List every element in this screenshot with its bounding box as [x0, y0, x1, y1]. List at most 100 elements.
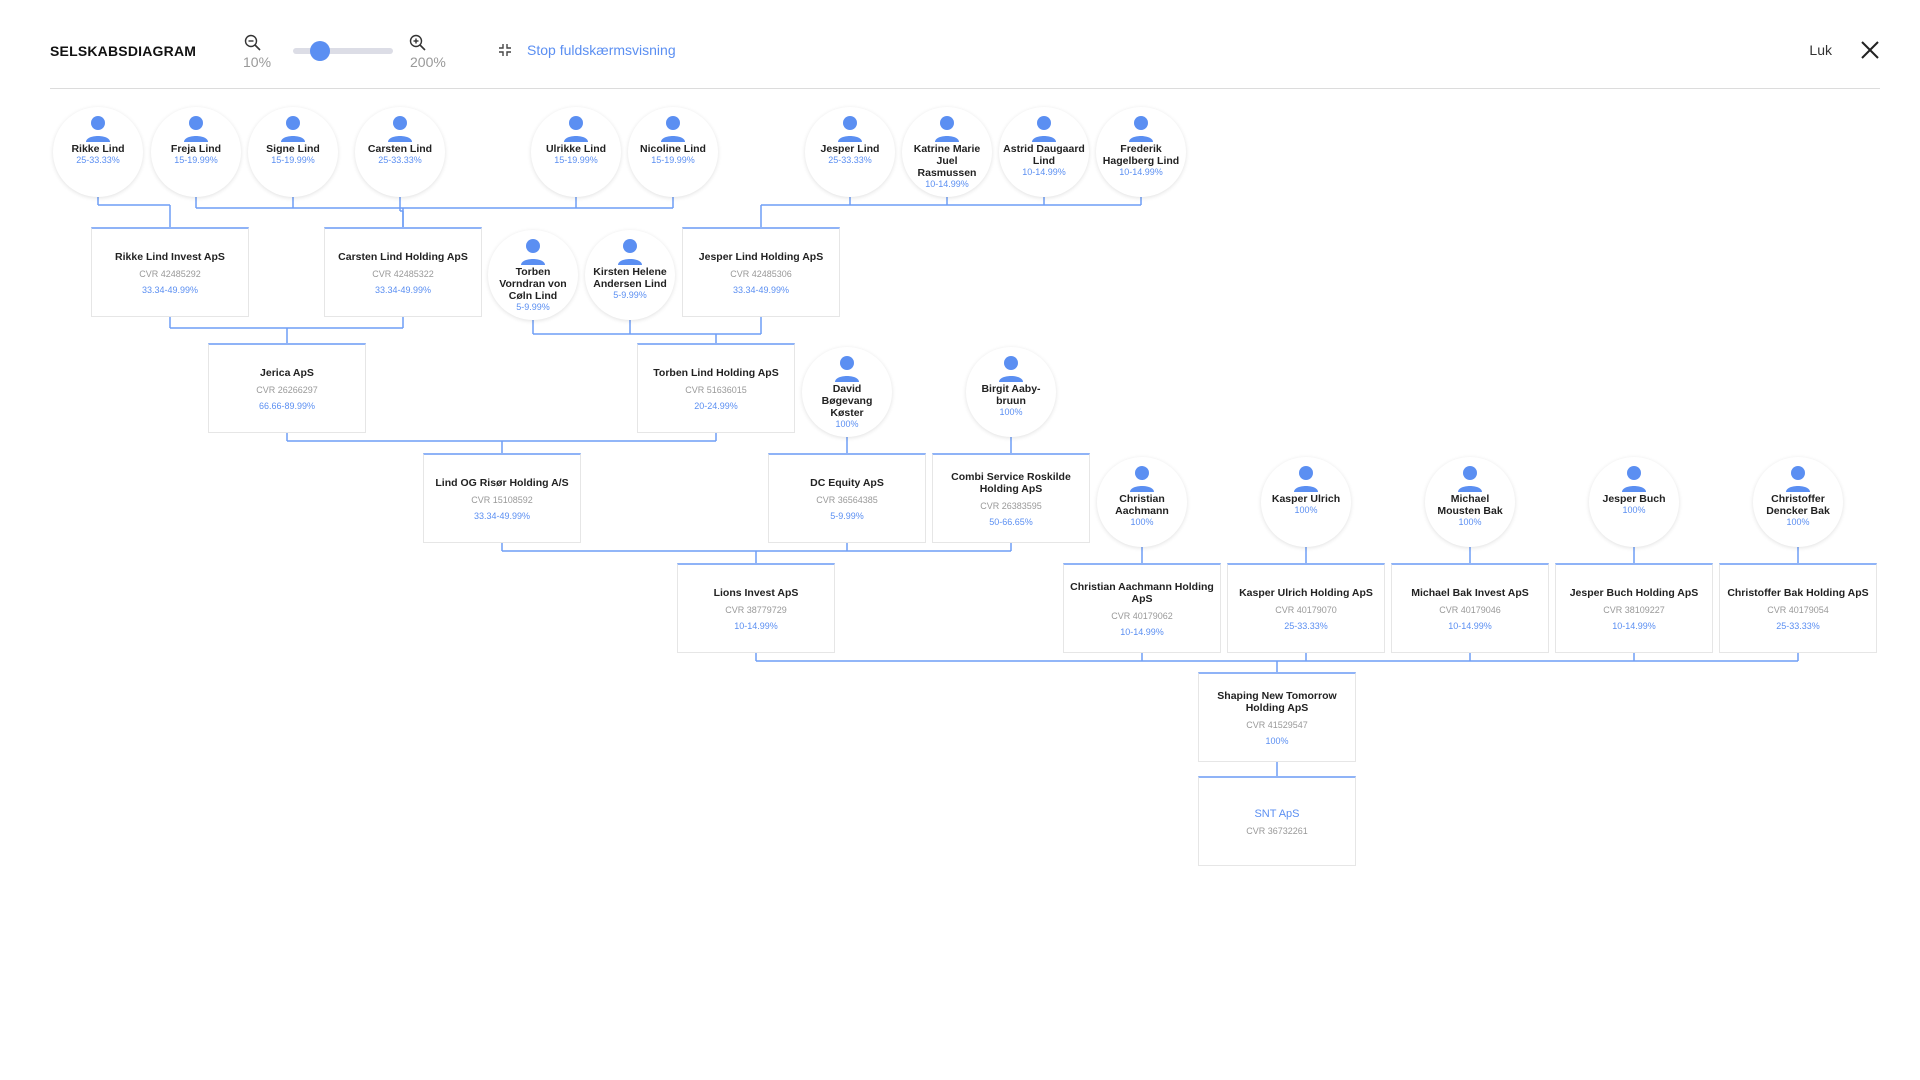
company-cvr: CVR 38109227: [1603, 604, 1665, 615]
person-name: Astrid Daugaard Lind: [1003, 143, 1085, 167]
company-cvr: CVR 42485306: [730, 268, 792, 279]
person-node[interactable]: Freja Lind 15-19.99%: [151, 107, 241, 197]
person-node[interactable]: Jesper Lind 25-33.33%: [805, 107, 895, 197]
person-name: David Bøgevang Køster Christensen: [821, 383, 873, 419]
company-node[interactable]: Lions Invest ApS CVR 38779729 10-14.99%: [677, 563, 835, 653]
person-node[interactable]: Christian Aachmann 100%: [1097, 457, 1187, 547]
company-node[interactable]: Christian Aachmann Holding ApS CVR 401790…: [1063, 563, 1221, 653]
ownership-percentage: 25-33.33%: [1284, 620, 1328, 631]
zoom-in-icon[interactable]: [409, 34, 427, 52]
person-name: Kirsten Helene Andersen Lind: [593, 266, 667, 290]
person-node[interactable]: Rikke Lind 25-33.33%: [53, 107, 143, 197]
ownership-connector: [399, 197, 404, 227]
company-node[interactable]: SNT ApS CVR 36732261: [1198, 776, 1356, 866]
company-node[interactable]: Jesper Lind Holding ApS CVR 42485306 33.34…: [682, 227, 840, 317]
person-icon: [1622, 466, 1646, 492]
company-node[interactable]: Kasper Ulrich Holding ApS CVR 40179070 25-…: [1227, 563, 1385, 653]
person-name: Christoffer Dencker Bak: [1766, 493, 1830, 517]
company-name: Torben Lind Holding ApS: [653, 366, 779, 379]
diagram-header: SELSKABSDIAGRAM 10% 200% Stop fuldskærms…: [50, 0, 1880, 89]
ownership-percentage: 33.34-49.99%: [141, 284, 199, 295]
ownership-percentage: 100%: [1294, 505, 1318, 515]
company-name: Combi Service Roskilde Holding ApS: [951, 470, 1071, 495]
person-name: Nicoline Lind: [640, 143, 706, 155]
person-name: Jesper Lind: [820, 143, 880, 155]
person-icon: [1130, 466, 1154, 492]
person-name: Signe Lind: [266, 143, 320, 155]
person-node[interactable]: Michael Mousten Bak 100%: [1425, 457, 1515, 547]
person-node[interactable]: Astrid Daugaard Lind 10-14.99%: [999, 107, 1089, 197]
person-node[interactable]: Katrine Marie Juel Rasmussen 10-14.99%: [902, 107, 992, 197]
ownership-connector: [532, 317, 762, 343]
company-node[interactable]: Jesper Buch Holding ApS CVR 38109227 10-14…: [1555, 563, 1713, 653]
company-node[interactable]: Shaping New Tomorrow Holding ApS CVR 4152…: [1198, 672, 1356, 762]
person-node[interactable]: Ulrikke Lind 15-19.99%: [531, 107, 621, 197]
close-icon[interactable]: [1860, 40, 1880, 60]
company-node[interactable]: Lind OG Risør Holding A/S CVR 15108592 33.…: [423, 453, 581, 543]
ownership-percentage: 25-33.33%: [378, 155, 422, 165]
person-node[interactable]: Signe Lind 15-19.99%: [248, 107, 338, 197]
ownership-connector: [97, 197, 171, 227]
person-icon: [521, 239, 545, 265]
person-node[interactable]: Kirsten Helene Andersen Lind 5-9.99%: [585, 230, 675, 320]
ownership-percentage: 5-9.99%: [613, 290, 647, 300]
ownership-percentage: 25-33.33%: [76, 155, 120, 165]
ownership-percentage: 10-14.99%: [1120, 626, 1164, 637]
person-node[interactable]: David Bøgevang Køster Christensen100%: [802, 347, 892, 437]
person-icon: [1786, 466, 1810, 492]
person-node[interactable]: Torben Vorndran von Cøln Lind 5-9.99%: [488, 230, 578, 320]
ownership-percentage: 100%: [1786, 517, 1810, 527]
company-name: Jerica ApS: [260, 366, 314, 379]
ownership-percentage: 15-19.99%: [271, 155, 315, 165]
ownership-percentage: 66.66-89.99%: [258, 400, 316, 411]
company-node[interactable]: Christoffer Bak Holding ApS CVR 40179054 2…: [1719, 563, 1877, 653]
person-node[interactable]: Christoffer Dencker Bak 100%: [1753, 457, 1843, 547]
company-name: Christoffer Bak Holding ApS: [1727, 586, 1869, 599]
ownership-percentage: 100%: [1265, 735, 1289, 746]
company-node[interactable]: DC Equity ApS CVR 36564385 5-9.99%: [768, 453, 926, 543]
company-node[interactable]: Jerica ApS CVR 26266297 66.66-89.99%: [208, 343, 366, 433]
person-icon: [1458, 466, 1482, 492]
company-node[interactable]: Torben Lind Holding ApS CVR 51636015 20-24…: [637, 343, 795, 433]
company-name: Lions Invest ApS: [713, 586, 799, 599]
company-name: Jesper Buch Holding ApS: [1569, 586, 1699, 599]
company-cvr: CVR 40179046: [1439, 604, 1501, 615]
zoom-out-icon[interactable]: [244, 34, 262, 52]
company-cvr: CVR 42485322: [372, 268, 434, 279]
close-label[interactable]: Luk: [1809, 42, 1832, 58]
ownership-percentage: 10-14.99%: [1612, 620, 1656, 631]
zoom-slider-thumb[interactable]: [310, 41, 330, 61]
person-node[interactable]: Jesper Buch 100%: [1589, 457, 1679, 547]
person-node[interactable]: Kasper Ulrich 100%: [1261, 457, 1351, 547]
person-name: Rikke Lind: [71, 143, 125, 155]
ownership-percentage: 5-9.99%: [516, 302, 550, 312]
page-title: SELSKABSDIAGRAM: [50, 43, 197, 59]
ownership-connector: [755, 653, 1799, 672]
person-icon: [1129, 116, 1153, 142]
person-node[interactable]: Frederik Hagelberg Lind 10-14.99%: [1096, 107, 1186, 197]
ownership-connector: [760, 197, 1142, 227]
company-node[interactable]: Michael Bak Invest ApS CVR 40179046 10-14.…: [1391, 563, 1549, 653]
company-cvr: CVR 36564385: [816, 494, 878, 505]
ownership-connector: [501, 543, 1012, 563]
person-icon: [618, 239, 642, 265]
person-node[interactable]: Carsten Lind 25-33.33%: [355, 107, 445, 197]
exit-fullscreen-icon[interactable]: [498, 43, 512, 57]
ownership-percentage: 100%: [835, 419, 859, 429]
person-node[interactable]: Nicoline Lind 15-19.99%: [628, 107, 718, 197]
company-node[interactable]: Combi Service Roskilde Holding ApS CVR 26…: [932, 453, 1090, 543]
ownership-percentage: 100%: [1458, 517, 1482, 527]
zoom-min-label: 10%: [243, 54, 272, 70]
company-node[interactable]: Rikke Lind Invest ApS CVR 42485292 33.34-4…: [91, 227, 249, 317]
ownership-percentage: 33.34-49.99%: [473, 510, 531, 521]
person-icon: [86, 116, 110, 142]
company-node[interactable]: Carsten Lind Holding ApS CVR 42485322 33.3…: [324, 227, 482, 317]
ownership-percentage: 50-66.65%: [989, 516, 1033, 527]
ownership-connector: [195, 197, 674, 227]
zoom-slider[interactable]: [293, 41, 393, 61]
person-name: Jesper Buch: [1602, 493, 1666, 505]
person-node[interactable]: Birgit Aaby-bruun 100%: [966, 347, 1056, 437]
person-name: Ulrikke Lind: [545, 143, 607, 155]
ownership-percentage: 15-19.99%: [554, 155, 598, 165]
exit-fullscreen-link[interactable]: Stop fuldskærmsvisning: [527, 42, 676, 58]
